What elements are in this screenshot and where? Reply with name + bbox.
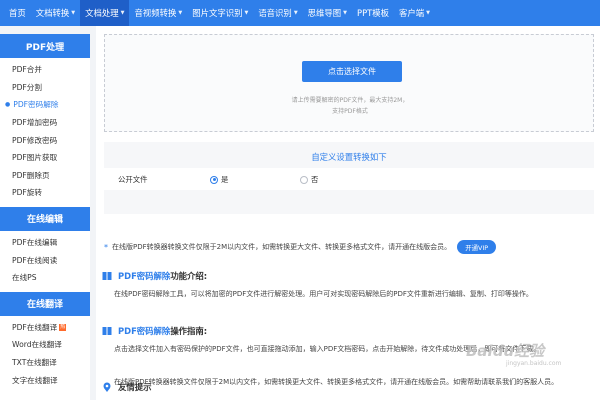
sidebar: PDF处理 PDF合并 PDF分割 ● PDF密码解除 PDF增加密码 PDF修改…	[0, 34, 90, 400]
radio-unchecked-icon	[300, 175, 308, 184]
sidebar-item-label: PDF密码解除	[13, 100, 59, 110]
radio-public-yes[interactable]: 是	[210, 174, 228, 185]
tips-text: 在线版PDF转换器转换文件仅限于2M以内文件，如需转换更大文件、转换更多格式文件…	[114, 378, 559, 386]
sidebar-section-pdf: PDF处理	[0, 34, 90, 58]
open-vip-button[interactable]: 开通VIP	[457, 240, 497, 254]
nav-label: 音视频转换	[134, 8, 177, 18]
nav-label: 文档转换	[35, 8, 70, 18]
intro-title-highlight: PDF密码解除	[118, 271, 171, 281]
sidebar-item-label: PDF在线翻译	[12, 322, 58, 332]
notice-text: 在线版PDF转换器转换文件仅限于2M以内文件，如需转换更大文件、转换更多格式文件…	[112, 243, 452, 251]
caret-down-icon: ▼	[293, 10, 298, 16]
nav-label: 思维导图	[307, 8, 342, 18]
upload-dropzone[interactable]: 点击选择文件 请上传需要解密的PDF文件，最大支持2M， 支持PDF格式	[104, 34, 594, 132]
sidebar-item-pdf-add-password[interactable]: PDF增加密码	[0, 114, 90, 132]
guide-title-highlight: PDF密码解除	[118, 326, 171, 336]
upload-tip-line1: 请上传需要解密的PDF文件，最大支持2M，	[291, 97, 409, 104]
sidebar-item-online-ps[interactable]: 在线PS	[0, 269, 90, 287]
book-icon	[102, 327, 112, 335]
public-file-label: 公开文件	[118, 175, 148, 184]
sidebar-item-text-translate[interactable]: 文字在线翻译	[0, 371, 90, 389]
nav-label: 语音识别	[258, 8, 292, 18]
select-file-button[interactable]: 点击选择文件	[302, 61, 402, 82]
settings-row-public: 公开文件 是 否	[104, 168, 594, 190]
nav-item-doc-convert[interactable]: 文档转换 ▼	[31, 0, 80, 26]
sidebar-item-pdf-extract-images[interactable]: PDF图片获取	[0, 149, 90, 167]
sidebar-item-word-translate[interactable]: Word在线翻译	[0, 336, 90, 354]
caret-down-icon: ▼	[120, 10, 125, 16]
nav-item-ppt[interactable]: PPT模板	[352, 0, 394, 26]
radio-label: 是	[221, 175, 229, 184]
caret-down-icon: ▼	[71, 10, 76, 16]
sidebar-item-pdf-rotate[interactable]: PDF旋转	[0, 184, 90, 202]
sidebar-item-pdf-translate[interactable]: PDF在线翻译热	[0, 319, 90, 337]
sidebar-item-pdf-split[interactable]: PDF分割	[0, 79, 90, 97]
nav-label: PPT模板	[357, 8, 389, 18]
settings-panel: 自定义设置转换如下 公开文件 是 否	[104, 142, 594, 214]
active-dot-icon: ●	[5, 101, 11, 109]
guide-heading: PDF密码解除 操作指南:	[102, 325, 207, 337]
asterisk-icon: *	[104, 242, 108, 252]
size-limit-notice: * 在线版PDF转换器转换文件仅限于2M以内文件，如需转换更大文件、转换更多格式…	[104, 238, 594, 256]
caret-down-icon: ▼	[244, 10, 249, 16]
settings-title: 自定义设置转换如下	[311, 152, 387, 162]
nav-item-home[interactable]: 首页	[4, 0, 31, 26]
watermark-logo: Baidu经验	[466, 342, 545, 360]
sidebar-item-pdf-read[interactable]: PDF在线阅读	[0, 251, 90, 269]
book-icon	[102, 272, 112, 280]
intro-title-rest: 功能介绍:	[170, 271, 208, 281]
radio-label: 否	[311, 175, 319, 184]
sidebar-item-pdf-delete-pages[interactable]: PDF删除页	[0, 167, 90, 185]
sidebar-section-online-translate: 在线翻译	[0, 291, 90, 316]
upload-tip-line2: 支持PDF格式	[332, 108, 368, 115]
nav-item-ocr[interactable]: 图片文字识别 ▼	[187, 0, 253, 26]
nav-item-mindmap[interactable]: 思维导图 ▼	[303, 0, 352, 26]
intro-heading: PDF密码解除 功能介绍:	[102, 270, 207, 282]
sidebar-item-txt-translate[interactable]: TXT在线翻译	[0, 354, 90, 372]
caret-down-icon: ▼	[343, 10, 348, 16]
intro-text: 在线PDF密码解除工具，可以将加密的PDF文件进行解密处理。用户可对实现密码解除…	[114, 290, 533, 298]
sidebar-item-pdf-merge[interactable]: PDF合并	[0, 61, 90, 79]
top-nav-bar: 首页 文档转换 ▼ 文档处理 ▼ 音视频转换 ▼ 图片文字识别 ▼ 语音识别 ▼ 思维导图…	[0, 0, 600, 26]
sidebar-item-pdf-unlock[interactable]: ● PDF密码解除	[0, 96, 90, 114]
location-pin-icon	[103, 382, 111, 392]
nav-label: 文档处理	[85, 8, 119, 18]
caret-down-icon: ▼	[426, 10, 430, 16]
nav-label: 首页	[9, 8, 26, 18]
nav-item-speech[interactable]: 语音识别 ▼	[253, 0, 302, 26]
nav-label: 客户端	[399, 8, 425, 18]
nav-item-client[interactable]: 客户端 ▼	[394, 0, 435, 26]
nav-item-av-convert[interactable]: 音视频转换 ▼	[129, 0, 187, 26]
sidebar-section-online-edit: 在线编辑	[0, 206, 90, 231]
nav-label: 图片文字识别	[192, 8, 243, 18]
hot-badge-icon: 热	[59, 323, 67, 331]
caret-down-icon: ▼	[178, 10, 183, 16]
radio-checked-icon	[210, 175, 218, 184]
sidebar-item-pdf-edit[interactable]: PDF在线编辑	[0, 234, 90, 252]
guide-title-rest: 操作指南:	[170, 326, 208, 336]
sidebar-item-pdf-change-password[interactable]: PDF修改密码	[0, 131, 90, 149]
watermark-url: jingyan.baidu.com	[506, 360, 562, 367]
nav-item-doc-process[interactable]: 文档处理 ▼	[80, 0, 130, 26]
radio-public-no[interactable]: 否	[300, 174, 318, 185]
